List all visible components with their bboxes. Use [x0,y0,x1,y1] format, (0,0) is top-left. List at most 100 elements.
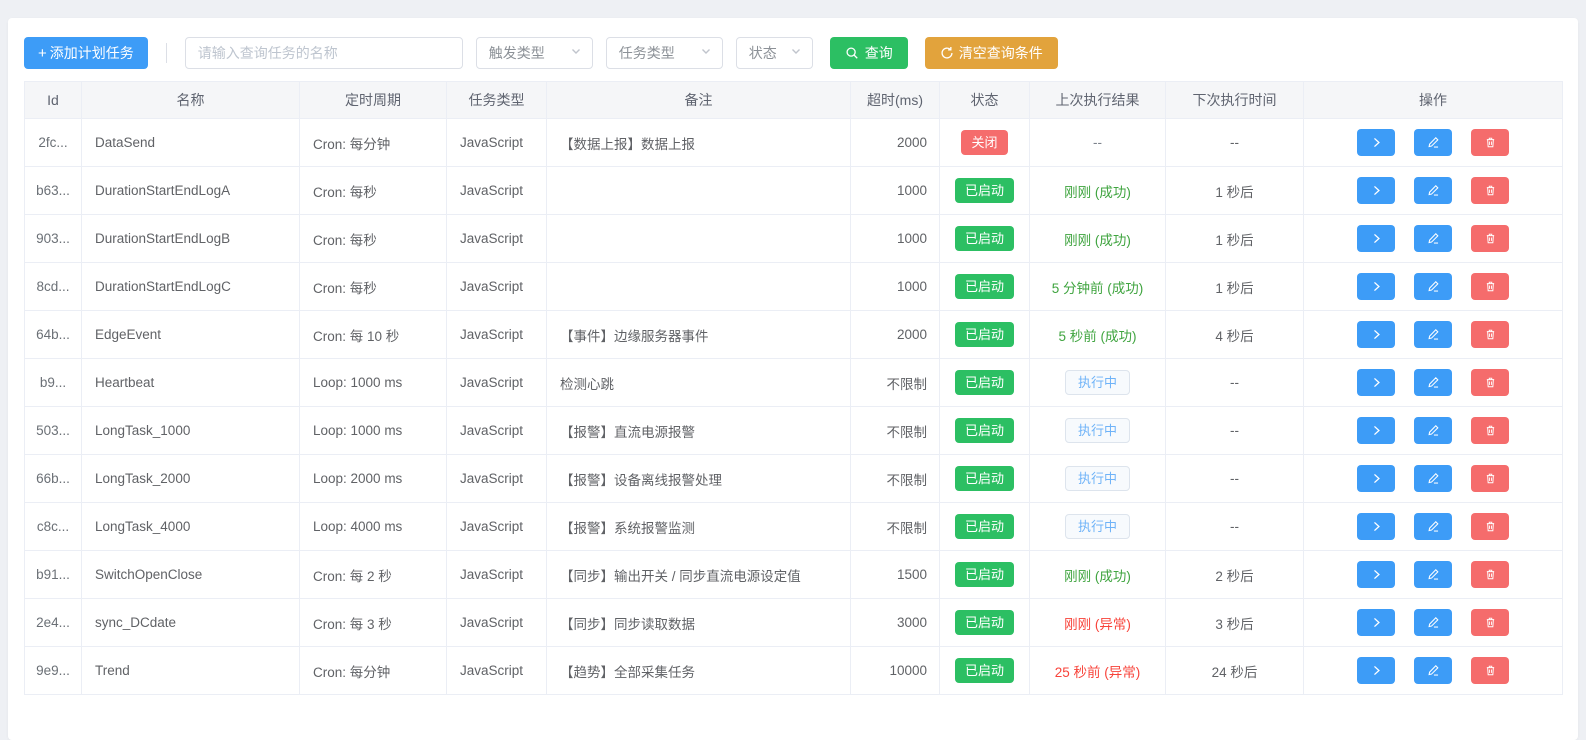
delete-task-button[interactable] [1471,177,1509,204]
delete-task-button[interactable] [1471,225,1509,252]
run-task-button[interactable] [1357,561,1395,588]
edit-task-button[interactable] [1414,561,1452,588]
pencil-icon [1427,472,1440,485]
task-type: JavaScript [460,615,523,630]
edit-task-button[interactable] [1414,657,1452,684]
edit-task-button[interactable] [1414,417,1452,444]
trash-icon [1484,136,1497,149]
table-row: 66b... LongTask_2000 Loop: 2000 ms JavaS… [25,455,1563,503]
status-badge: 已启动 [955,466,1014,492]
last-result: 25 秒前 (异常) [1055,665,1141,680]
next-run-time: 1 秒后 [1215,281,1253,296]
task-name: DataSend [95,135,155,150]
edit-task-button[interactable] [1414,609,1452,636]
delete-task-button[interactable] [1471,369,1509,396]
trash-icon [1484,376,1497,389]
toolbar-divider [166,43,167,63]
run-task-button[interactable] [1357,369,1395,396]
table-row: 64b... EdgeEvent Cron: 每 10 秒 JavaScript… [25,311,1563,359]
delete-task-button[interactable] [1471,657,1509,684]
delete-task-button[interactable] [1471,417,1509,444]
last-result: 刚刚 (异常) [1064,617,1131,632]
delete-task-button[interactable] [1471,321,1509,348]
run-task-button[interactable] [1357,657,1395,684]
run-task-button[interactable] [1357,465,1395,492]
table-row: 9e9... Trend Cron: 每分钟 JavaScript 【趋势】全部… [25,647,1563,695]
task-timeout: 10000 [889,663,927,678]
delete-task-button[interactable] [1471,273,1509,300]
edit-task-button[interactable] [1414,225,1452,252]
table-row: b91... SwitchOpenClose Cron: 每 2 秒 JavaS… [25,551,1563,599]
chevron-down-icon [570,44,582,62]
edit-task-button[interactable] [1414,513,1452,540]
last-result: 执行中 [1065,418,1130,444]
next-run-time: 4 秒后 [1215,329,1253,344]
last-result: 执行中 [1065,370,1130,396]
pencil-icon [1427,184,1440,197]
edit-task-button[interactable] [1414,369,1452,396]
task-schedule: Loop: 4000 ms [313,519,402,534]
status-badge: 已启动 [955,274,1014,300]
run-task-button[interactable] [1357,513,1395,540]
table-row: c8c... LongTask_4000 Loop: 4000 ms JavaS… [25,503,1563,551]
task-schedule: Cron: 每分钟 [313,665,390,680]
edit-task-button[interactable] [1414,177,1452,204]
status-badge: 关闭 [961,130,1007,156]
pencil-icon [1427,280,1440,293]
last-result: 执行中 [1065,514,1130,540]
task-schedule: Cron: 每秒 [313,233,377,248]
run-task-button[interactable] [1357,177,1395,204]
task-type: JavaScript [460,519,523,534]
delete-task-button[interactable] [1471,513,1509,540]
run-task-button[interactable] [1357,273,1395,300]
edit-task-button[interactable] [1414,321,1452,348]
task-schedule: Cron: 每秒 [313,281,377,296]
next-run-time: 2 秒后 [1215,569,1253,584]
trash-icon [1484,280,1497,293]
task-id: 9e9... [36,663,70,678]
task-schedule: Loop: 2000 ms [313,471,402,486]
task-remark: 【同步】同步读取数据 [560,617,695,632]
table-header-row: Id名称定时周期任务类型备注超时(ms)状态上次执行结果下次执行时间操作 [25,82,1563,119]
run-task-button[interactable] [1357,417,1395,444]
scheduled-tasks-card: + 添加计划任务 触发类型 任务类型 状态 [8,18,1578,740]
task-name: DurationStartEndLogA [95,183,230,198]
task-name-search-input[interactable] [185,37,463,69]
add-task-label: 添加计划任务 [50,43,134,63]
delete-task-button[interactable] [1471,129,1509,156]
task-name: EdgeEvent [95,327,161,342]
run-task-button[interactable] [1357,609,1395,636]
task-name: Trend [95,663,130,678]
run-task-button[interactable] [1357,129,1395,156]
run-task-button[interactable] [1357,321,1395,348]
row-actions [1304,417,1562,444]
query-button[interactable]: 查询 [830,37,908,69]
delete-task-button[interactable] [1471,465,1509,492]
trigger-type-select[interactable]: 触发类型 [476,37,593,69]
status-badge: 已启动 [955,562,1014,588]
status-badge: 已启动 [955,514,1014,540]
task-schedule: Cron: 每 10 秒 [313,329,399,344]
last-result: 5 分钟前 (成功) [1052,281,1144,296]
task-remark: 【事件】边缘服务器事件 [560,329,709,344]
task-id: b9... [40,375,66,390]
row-actions [1304,369,1562,396]
edit-task-button[interactable] [1414,465,1452,492]
task-name: LongTask_1000 [95,423,190,438]
status-select[interactable]: 状态 [736,37,813,69]
edit-task-button[interactable] [1414,129,1452,156]
task-id: 503... [36,423,70,438]
row-actions [1304,321,1562,348]
add-task-button[interactable]: + 添加计划任务 [24,37,148,69]
run-task-button[interactable] [1357,225,1395,252]
delete-task-button[interactable] [1471,609,1509,636]
edit-task-button[interactable] [1414,273,1452,300]
clear-query-button[interactable]: 清空查询条件 [925,37,1058,69]
status-badge: 已启动 [955,322,1014,348]
status-badge: 已启动 [955,418,1014,444]
last-result: 刚刚 (成功) [1064,233,1131,248]
task-type-select[interactable]: 任务类型 [606,37,723,69]
next-run-time: -- [1230,375,1239,390]
delete-task-button[interactable] [1471,561,1509,588]
task-schedule: Cron: 每分钟 [313,137,390,152]
